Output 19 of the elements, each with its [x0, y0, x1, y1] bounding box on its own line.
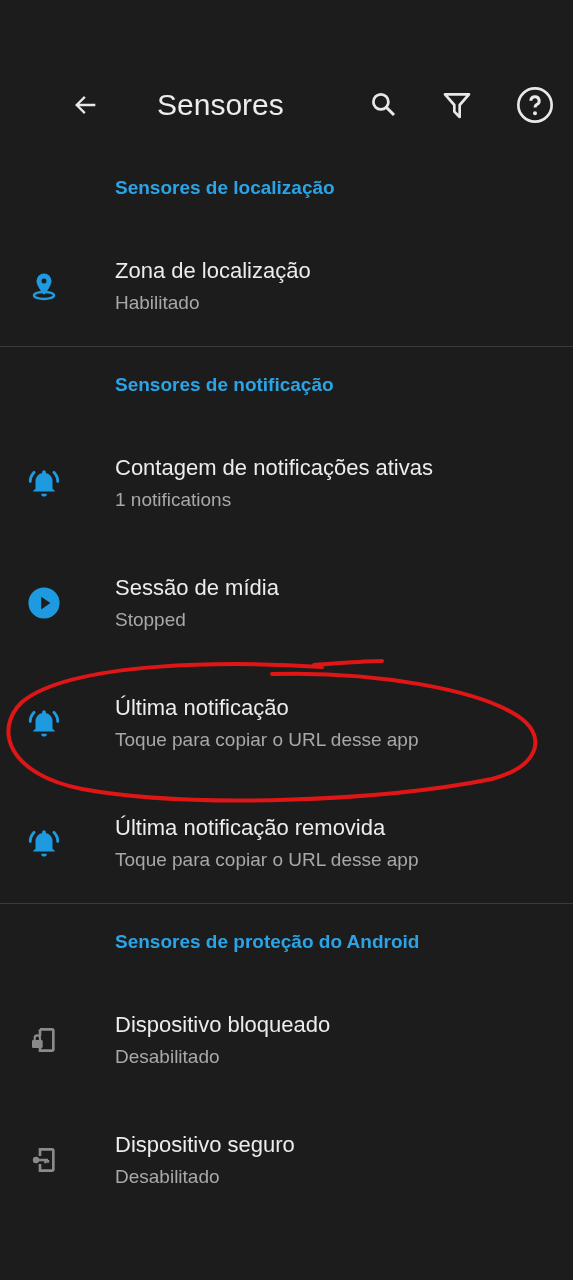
item-title: Última notificação removida	[115, 815, 387, 841]
item-subtitle: Toque para copiar o URL desse app	[115, 729, 419, 751]
item-subtitle: Desabilitado	[115, 1046, 221, 1068]
item-subtitle: Stopped	[115, 609, 187, 631]
item-title: Zona de localização	[115, 258, 311, 284]
screen-title: Sensores	[157, 88, 284, 122]
item-title: Contagem de notificações ativas	[115, 455, 433, 481]
item-title: Dispositivo seguro	[115, 1132, 295, 1158]
section-header: Sensores de localização	[115, 177, 335, 199]
item-subtitle: 1 notifications	[115, 489, 233, 511]
help-icon[interactable]	[515, 85, 555, 125]
item-subtitle: Habilitado	[115, 292, 201, 314]
section-header: Sensores de proteção do Android	[115, 931, 420, 953]
item-subtitle: Desabilitado	[115, 1166, 221, 1188]
section-header: Sensores de notificação	[115, 374, 334, 396]
item-title: Última notificação	[115, 695, 290, 721]
item-title: Dispositivo bloqueado	[115, 1012, 331, 1038]
item-title: Sessão de mídia	[115, 575, 279, 601]
item-subtitle: Toque para copiar o URL desse app	[115, 849, 419, 871]
